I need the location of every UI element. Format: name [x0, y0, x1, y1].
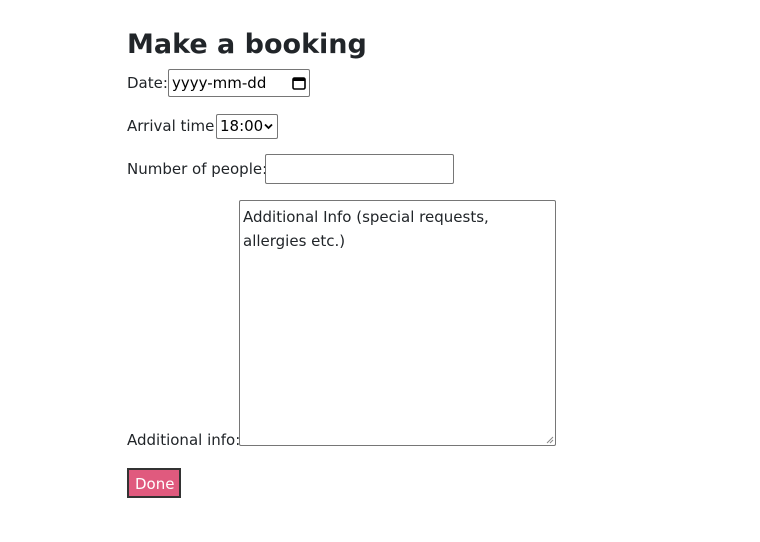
people-field[interactable]	[265, 154, 454, 184]
additional-info-label: Additional info:	[127, 431, 241, 449]
arrival-time-value: 18:00	[220, 117, 264, 135]
date-field[interactable]: yyyy-mm-dd	[168, 69, 310, 97]
page-title: Make a booking	[127, 29, 367, 60]
additional-info-textarea[interactable]: Additional Info (special requests, aller…	[239, 200, 556, 446]
calendar-icon[interactable]	[292, 76, 306, 90]
date-placeholder: yyyy-mm-dd	[172, 74, 267, 92]
date-label: Date:	[127, 74, 168, 92]
arrival-time-label: Arrival time:	[127, 117, 220, 135]
resize-grip-icon[interactable]	[546, 436, 554, 444]
people-label: Number of people:	[127, 160, 268, 178]
arrival-time-select[interactable]: 18:00	[216, 114, 278, 139]
booking-page: Make a booking Date: yyyy-mm-dd Arrival …	[0, 0, 760, 542]
additional-info-placeholder: Additional Info (special requests, aller…	[243, 208, 489, 250]
done-button[interactable]: Done	[127, 468, 181, 498]
chevron-down-icon	[264, 123, 273, 130]
